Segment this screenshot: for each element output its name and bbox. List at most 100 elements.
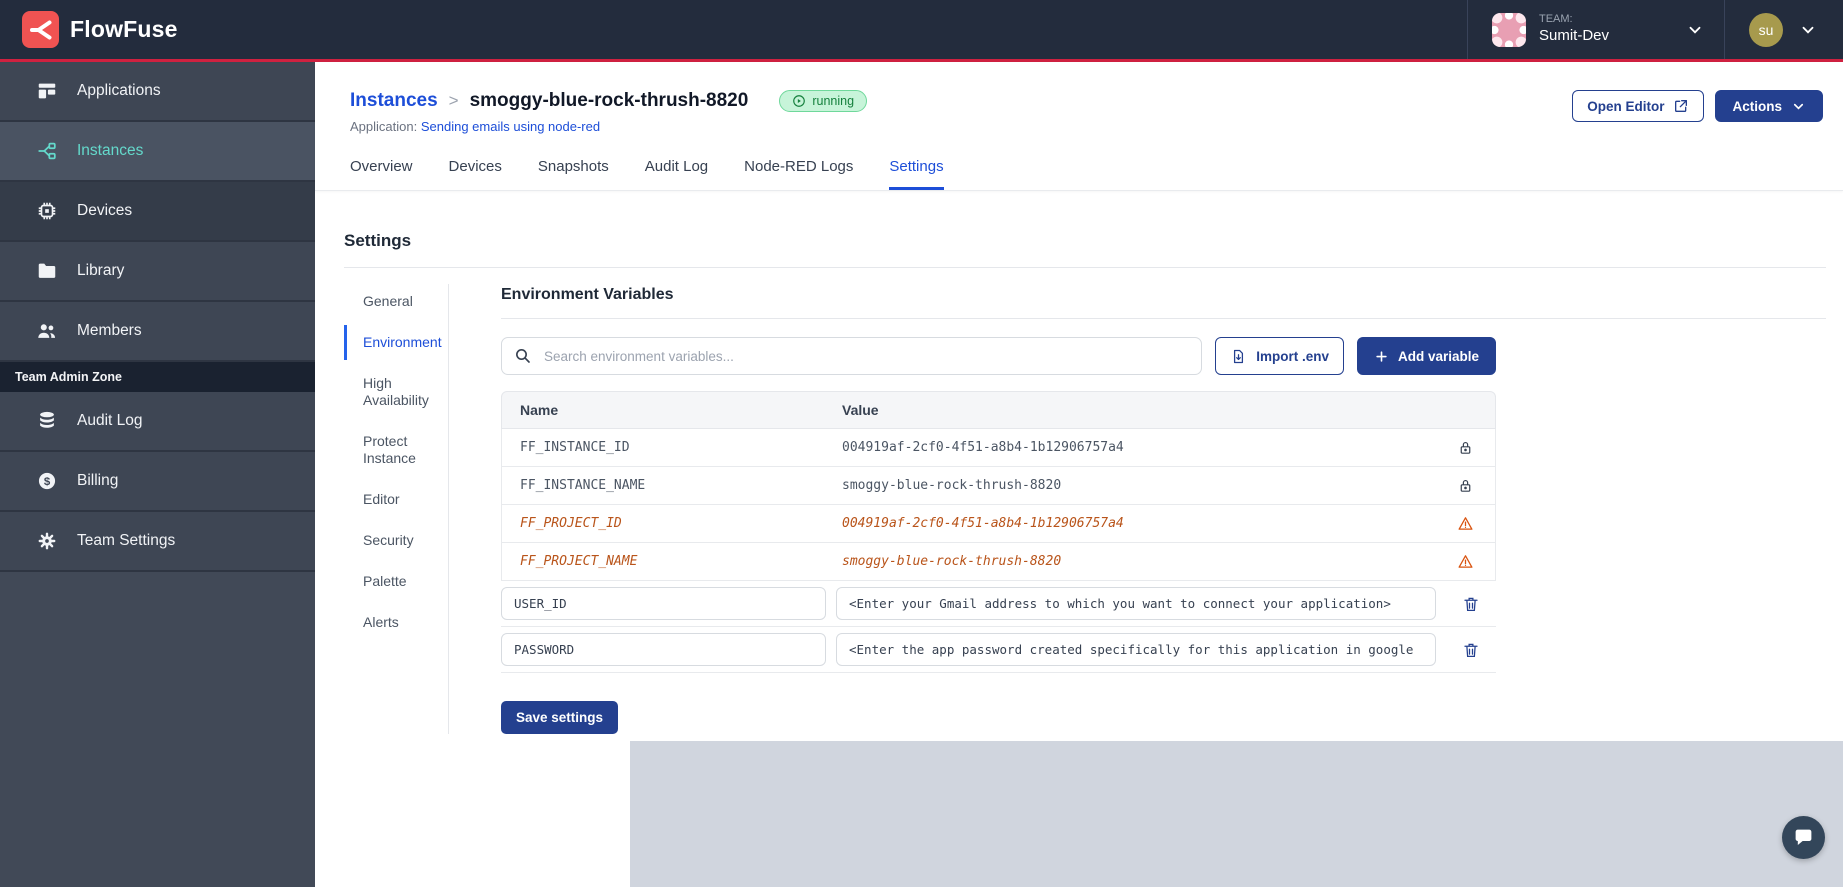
table-row: FF_PROJECT_ID 004919af-2cf0-4f51-a8b4-1b… <box>501 505 1496 543</box>
team-label: TEAM: <box>1539 13 1573 26</box>
sidebar: Applications Instances Devices Library M… <box>0 62 315 887</box>
application-label: Application: <box>350 119 418 134</box>
sidebar-item-label: Applications <box>77 82 161 99</box>
save-settings-button[interactable]: Save settings <box>501 701 619 734</box>
tab-snapshots[interactable]: Snapshots <box>538 158 609 190</box>
sidebar-item-devices[interactable]: Devices <box>0 182 315 242</box>
settings-subnav: General Environment High Availability Pr… <box>344 284 448 734</box>
sidebar-item-label: Billing <box>77 472 119 489</box>
team-avatar <box>1492 12 1526 47</box>
env-var-name-input[interactable] <box>501 587 826 620</box>
env-var-value: 004919af-2cf0-4f51-a8b4-1b12906757a4 <box>842 440 1124 455</box>
env-variables-table: Name Value FF_INSTANCE_ID 004919af-2cf0-… <box>501 391 1496 673</box>
tab-node-red-logs[interactable]: Node-RED Logs <box>744 158 853 190</box>
plus-icon <box>1376 350 1387 362</box>
table-header: Name Value <box>501 391 1496 429</box>
flowfuse-logo: FlowFuse <box>0 11 178 48</box>
delete-variable-button[interactable] <box>1446 595 1496 613</box>
search-icon <box>514 347 532 365</box>
flowfuse-logo-icon <box>22 11 59 48</box>
subnav-protect-instance[interactable]: Protect Instance <box>344 424 448 476</box>
env-var-value-input[interactable] <box>836 587 1436 620</box>
warning-icon <box>1435 515 1495 532</box>
env-var-name: FF_PROJECT_NAME <box>520 554 638 569</box>
env-var-value-input[interactable] <box>836 633 1436 666</box>
lock-icon <box>1435 439 1495 456</box>
svg-text:$: $ <box>44 476 51 488</box>
play-circle-icon <box>793 95 806 107</box>
main-content: Instances > smoggy-blue-rock-thrush-8820… <box>315 62 1843 887</box>
database-icon <box>36 410 58 432</box>
delete-variable-button[interactable] <box>1446 641 1496 659</box>
env-var-name: FF_INSTANCE_NAME <box>520 478 646 493</box>
column-header-value: Value <box>842 402 879 418</box>
breadcrumb-separator: > <box>448 91 459 110</box>
import-env-button[interactable]: Import .env <box>1215 337 1344 375</box>
sidebar-item-label: Library <box>77 262 125 279</box>
top-bar: FlowFuse TEAM: Sumit-Dev su <box>0 0 1843 62</box>
team-selector[interactable]: TEAM: Sumit-Dev <box>1467 0 1724 59</box>
brand-name: FlowFuse <box>70 16 178 42</box>
instance-tabs: Overview Devices Snapshots Audit Log Nod… <box>350 158 1823 190</box>
user-avatar: su <box>1749 12 1783 47</box>
tab-audit-log[interactable]: Audit Log <box>645 158 708 190</box>
sidebar-item-label: Instances <box>77 142 144 159</box>
tab-settings[interactable]: Settings <box>889 158 944 190</box>
environment-panel: Environment Variables Import .env <box>449 284 1826 734</box>
column-header-name: Name <box>520 402 559 418</box>
table-row: FF_INSTANCE_NAME smoggy-blue-rock-thrush… <box>501 467 1496 505</box>
external-link-icon <box>1675 100 1688 112</box>
sidebar-item-billing[interactable]: $ Billing <box>0 452 315 512</box>
subnav-editor[interactable]: Editor <box>344 482 448 517</box>
sidebar-item-applications[interactable]: Applications <box>0 62 315 122</box>
status-text: running <box>812 94 855 108</box>
add-variable-button[interactable]: Add variable <box>1356 337 1496 375</box>
sidebar-item-audit-log[interactable]: Audit Log <box>0 392 315 452</box>
sidebar-item-label: Team Settings <box>77 532 176 549</box>
user-menu[interactable]: su <box>1724 0 1843 59</box>
table-row: FF_INSTANCE_ID 004919af-2cf0-4f51-a8b4-1… <box>501 429 1496 467</box>
team-admin-zone-label: Team Admin Zone <box>0 362 315 392</box>
env-var-name: FF_PROJECT_ID <box>520 516 622 531</box>
subnav-general[interactable]: General <box>344 284 448 319</box>
env-var-name-input[interactable] <box>501 633 826 666</box>
env-variables-title: Environment Variables <box>501 286 1826 319</box>
application-link[interactable]: Sending emails using node-red <box>421 119 600 134</box>
sidebar-item-team-settings[interactable]: Team Settings <box>0 512 315 572</box>
subnav-alerts[interactable]: Alerts <box>344 605 448 640</box>
import-file-icon <box>1234 349 1244 363</box>
env-var-name: FF_INSTANCE_ID <box>520 440 630 455</box>
chevron-down-icon <box>1793 103 1804 110</box>
env-var-value: 004919af-2cf0-4f51-a8b4-1b12906757a4 <box>842 516 1124 531</box>
instances-icon <box>36 140 58 162</box>
warning-icon <box>1435 553 1495 570</box>
breadcrumb-instances-link[interactable]: Instances <box>350 90 438 112</box>
env-var-value: smoggy-blue-rock-thrush-8820 <box>842 554 1062 569</box>
sidebar-item-members[interactable]: Members <box>0 302 315 362</box>
trash-icon <box>1464 597 1478 611</box>
chevron-down-icon <box>1686 21 1704 39</box>
lock-icon <box>1435 477 1495 494</box>
sidebar-item-instances[interactable]: Instances <box>0 122 315 182</box>
instance-name: smoggy-blue-rock-thrush-8820 <box>469 90 749 111</box>
subnav-high-availability[interactable]: High Availability <box>344 366 448 418</box>
search-input[interactable] <box>501 337 1203 375</box>
status-badge: running <box>779 90 868 112</box>
applications-icon <box>36 80 58 102</box>
actions-button[interactable]: Actions <box>1715 90 1823 122</box>
sidebar-item-library[interactable]: Library <box>0 242 315 302</box>
footer-band <box>630 741 1843 887</box>
subnav-environment[interactable]: Environment <box>344 325 448 360</box>
actions-label: Actions <box>1732 98 1782 114</box>
devices-icon <box>36 200 58 222</box>
tab-devices[interactable]: Devices <box>449 158 502 190</box>
subnav-security[interactable]: Security <box>344 523 448 558</box>
table-row-editable <box>501 627 1496 673</box>
add-variable-label: Add variable <box>1397 348 1479 364</box>
tab-overview[interactable]: Overview <box>350 158 413 190</box>
subnav-palette[interactable]: Palette <box>344 564 448 599</box>
open-editor-button[interactable]: Open Editor <box>1572 90 1705 122</box>
table-row: FF_PROJECT_NAME smoggy-blue-rock-thrush-… <box>501 543 1496 581</box>
sidebar-item-label: Audit Log <box>77 412 143 429</box>
chat-widget-button[interactable] <box>1782 816 1825 859</box>
